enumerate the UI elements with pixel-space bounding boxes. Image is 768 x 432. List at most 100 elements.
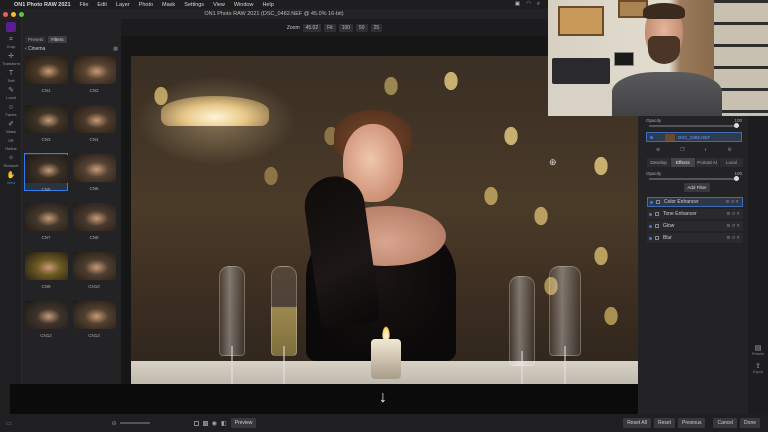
- presenter-body: [612, 72, 722, 116]
- tool-faces[interactable]: ☺ Faces: [0, 102, 22, 119]
- preview-button[interactable]: Preview: [230, 418, 257, 428]
- copy-layer-icon[interactable]: ❐: [680, 147, 684, 153]
- camera-status-icon[interactable]: ▣: [515, 1, 520, 8]
- filter-thumbnail[interactable]: CN9: [24, 251, 68, 289]
- layer-opacity-slider-row: [646, 123, 742, 128]
- filter-actions-icons[interactable]: ⚙↺✕: [726, 211, 741, 217]
- filter-thumbnail[interactable]: CN7: [24, 202, 68, 240]
- filter-thumbnail[interactable]: CN12: [24, 300, 68, 338]
- menu-edit[interactable]: Edit: [97, 2, 106, 8]
- filter-visibility-icon[interactable]: [649, 236, 652, 240]
- wifi-icon[interactable]: ◠: [526, 1, 531, 8]
- layer-opacity-slider[interactable]: [649, 123, 739, 128]
- filter-thumbnail[interactable]: CN5: [24, 153, 68, 192]
- tool-transform[interactable]: ✛ Transform: [0, 51, 22, 68]
- filter-row[interactable]: Blur ⚙↺✕: [647, 233, 743, 243]
- compare-checkbox[interactable]: [193, 420, 199, 426]
- filter-thumbnail[interactable]: CN2: [72, 55, 116, 93]
- settings-layer-icon[interactable]: ⚙: [728, 147, 732, 153]
- filter-thumbnail[interactable]: CN8: [72, 202, 116, 240]
- filter-collapse-icon[interactable]: [655, 236, 659, 240]
- tab-local[interactable]: Local: [719, 158, 743, 167]
- reset-all-button[interactable]: Reset All: [623, 418, 651, 428]
- tool-label: Faces: [5, 112, 17, 117]
- add-layer-icon[interactable]: ⊕: [656, 147, 660, 153]
- tab-filters[interactable]: Filters: [48, 36, 67, 43]
- thumbnail-label: CN12: [40, 333, 52, 338]
- export-button[interactable]: ⇪ Export: [748, 362, 768, 374]
- layer-row[interactable]: DSC_0482.NEF: [646, 132, 742, 142]
- tool-mask[interactable]: ✐ Mask: [0, 119, 22, 136]
- filter-actions-icons[interactable]: ⚙↺✕: [726, 235, 741, 241]
- hide-panel-icon[interactable]: ▭: [6, 420, 12, 427]
- on1-logo: [5, 22, 16, 32]
- tool-refine[interactable]: ✑ Refine: [0, 136, 22, 153]
- thumbnail-size-slider[interactable]: [119, 422, 150, 424]
- tool-local[interactable]: ✎ Local: [0, 85, 22, 102]
- menu-view[interactable]: View: [213, 2, 225, 8]
- menu-file[interactable]: File: [80, 2, 89, 8]
- menu-layer[interactable]: Layer: [116, 2, 130, 8]
- filter-visibility-icon[interactable]: [649, 212, 652, 216]
- presets-button[interactable]: ▤ Presets: [748, 344, 768, 356]
- filter-thumbnail[interactable]: CN1: [24, 55, 68, 93]
- tab-portrait-ai[interactable]: Portrait AI: [695, 158, 719, 167]
- tab-develop[interactable]: Develop: [647, 158, 671, 167]
- grid-view-icon[interactable]: ▦: [113, 46, 118, 52]
- tool-crop[interactable]: ⌗ Crop: [0, 34, 22, 51]
- menu-help[interactable]: Help: [262, 2, 273, 8]
- filter-row[interactable]: Tone Enhancer ⚙↺✕: [647, 209, 743, 219]
- menu-window[interactable]: Window: [234, 2, 254, 8]
- filter-collapse-icon[interactable]: [655, 212, 659, 216]
- zoom-100-button[interactable]: 100: [338, 23, 354, 32]
- tool-retouch[interactable]: ✧ Retouch: [0, 153, 22, 170]
- filter-visibility-icon[interactable]: [650, 200, 653, 204]
- slider-knob[interactable]: [734, 123, 739, 128]
- filter-thumbnail[interactable]: CN4: [72, 104, 116, 142]
- zoom-bar: Zoom 45.02 Fit 100 50 25: [121, 19, 548, 36]
- eye-icon[interactable]: ◉: [212, 420, 217, 427]
- tool-label: Refine: [5, 146, 17, 151]
- filter-thumbnail[interactable]: CN13: [72, 300, 116, 338]
- menu-settings[interactable]: Settings: [184, 2, 204, 8]
- previous-button[interactable]: Previous: [678, 418, 706, 428]
- mask-layer-icon[interactable]: ◐: [705, 147, 708, 153]
- reset-button[interactable]: Reset: [653, 418, 676, 428]
- filter-actions-icons[interactable]: ⚙↺✕: [725, 199, 740, 205]
- filter-collapse-icon[interactable]: [655, 224, 659, 228]
- zoom-50-button[interactable]: 50: [356, 23, 368, 32]
- tab-presets[interactable]: Presets: [25, 36, 47, 43]
- menu-mask[interactable]: Mask: [162, 2, 175, 8]
- filter-visibility-icon[interactable]: [649, 224, 652, 228]
- add-filter-button[interactable]: Add Filter: [684, 183, 710, 192]
- layer-visibility-icon[interactable]: [650, 135, 653, 139]
- split-view-icon[interactable]: [202, 420, 208, 426]
- tab-effects[interactable]: Effects: [671, 158, 695, 167]
- filter-thumbnail[interactable]: CN6: [72, 153, 116, 191]
- cancel-button[interactable]: Cancel: [713, 418, 738, 428]
- zoom-value-field[interactable]: 45.02: [302, 23, 322, 32]
- menu-photo[interactable]: Photo: [139, 2, 153, 8]
- filter-collapse-icon[interactable]: [656, 200, 660, 204]
- filter-row[interactable]: Glow ⚙↺✕: [647, 221, 743, 231]
- category-breadcrumb[interactable]: ‹ Cinema ▦: [22, 43, 121, 55]
- filter-row[interactable]: Color Enhancer ⚙↺✕: [647, 197, 743, 207]
- preview-mode-icon[interactable]: ◧: [221, 420, 227, 427]
- tool-view[interactable]: ✋ View: [0, 170, 22, 187]
- thumbnail-image: [72, 252, 116, 280]
- filter-thumbnail[interactable]: CN3: [24, 104, 68, 142]
- tool-text[interactable]: T Text: [0, 68, 22, 85]
- zoom-out-icon[interactable]: ⊖: [112, 420, 117, 427]
- filter-thumbnail[interactable]: CN10: [72, 251, 116, 289]
- zoom-fit-button[interactable]: Fit: [324, 23, 336, 32]
- filter-actions-icons[interactable]: ⚙↺✕: [726, 223, 741, 229]
- done-button[interactable]: Done: [740, 418, 760, 428]
- search-icon[interactable]: ⌕: [537, 1, 540, 8]
- export-label: Export: [752, 370, 764, 374]
- slider-knob[interactable]: [734, 176, 739, 181]
- thumbnail-image: [24, 301, 68, 329]
- zoom-25-button[interactable]: 25: [370, 23, 383, 32]
- retouch-icon: ✧: [8, 155, 14, 162]
- effects-opacity-slider[interactable]: [649, 176, 739, 181]
- menu-app-name[interactable]: ON1 Photo RAW 2021: [14, 2, 71, 8]
